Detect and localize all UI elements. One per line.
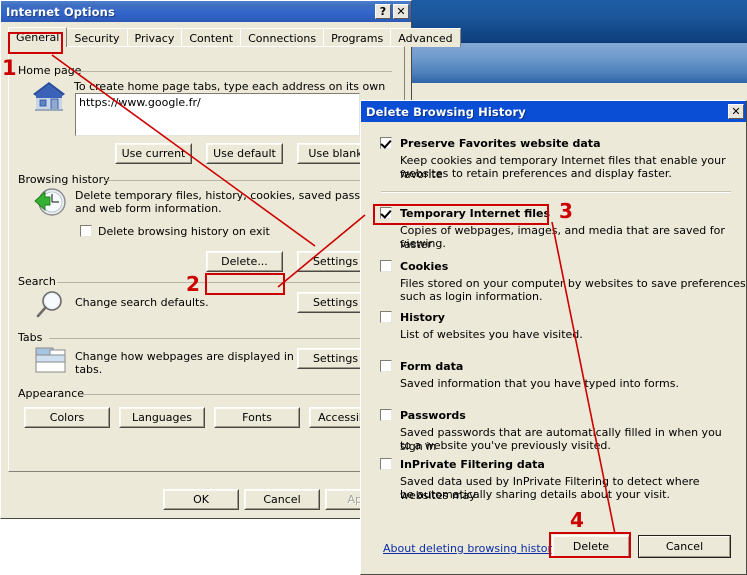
- background-window-content: [404, 83, 747, 100]
- preserve-favorites-checkbox[interactable]: [380, 137, 392, 149]
- tab-privacy[interactable]: Privacy: [126, 28, 183, 47]
- tab-general[interactable]: General: [8, 27, 68, 47]
- use-blank-label: Use blank: [308, 147, 363, 160]
- tab-advanced[interactable]: Advanced: [390, 28, 461, 47]
- languages-button[interactable]: Languages: [119, 407, 205, 428]
- help-icon[interactable]: ?: [375, 4, 391, 19]
- browsing-history-desc-1: Delete temporary files, history, cookies…: [75, 189, 397, 202]
- close-icon[interactable]: ✕: [728, 104, 744, 119]
- delete-history-label: Delete...: [221, 255, 268, 268]
- temporary-internet-files-desc-2: viewing.: [400, 237, 446, 250]
- delete-on-exit-checkbox[interactable]: [80, 225, 92, 237]
- browsing-history-group-label: Browsing history: [18, 173, 114, 186]
- delete-browsing-history-dialog: Delete Browsing History ✕ Preserve Favor…: [360, 100, 747, 575]
- tab-security[interactable]: Security: [66, 28, 128, 47]
- search-group-label: Search: [18, 275, 60, 288]
- history-label: History: [400, 311, 445, 324]
- internet-options-title: Internet Options: [6, 4, 115, 19]
- tab-programs[interactable]: Programs: [323, 28, 392, 47]
- tab-privacy-label: Privacy: [134, 31, 175, 45]
- screenshot-root: Internet Options ? ✕ General Security Pr…: [0, 0, 747, 575]
- about-deleting-browsing-history-link[interactable]: About deleting browsing history: [383, 542, 558, 555]
- use-current-button[interactable]: Use current: [115, 143, 192, 164]
- cookies-desc-1: Files stored on your computer by website…: [400, 277, 746, 290]
- delete-confirm-button[interactable]: Delete: [552, 535, 630, 558]
- delete-confirm-label: Delete: [572, 540, 610, 553]
- browsing-history-settings-label: Settings: [312, 255, 359, 268]
- tab-connections[interactable]: Connections: [240, 28, 325, 47]
- cookies-checkbox[interactable]: [380, 260, 392, 272]
- search-desc: Change search defaults.: [75, 296, 209, 309]
- tab-content-label: Content: [189, 31, 234, 45]
- internet-options-tabstrip: General Security Privacy Content Connect…: [8, 27, 461, 47]
- appearance-group-label: Appearance: [18, 387, 89, 400]
- tabs-rule: [49, 338, 392, 339]
- home-icon: [33, 82, 65, 111]
- passwords-label: Passwords: [400, 409, 466, 422]
- ok-button[interactable]: OK: [163, 489, 239, 510]
- use-default-button[interactable]: Use default: [206, 143, 283, 164]
- tabs-desc-1: Change how webpages are displayed in: [75, 350, 294, 363]
- colors-label: Colors: [49, 411, 85, 424]
- ok-label: OK: [193, 493, 209, 506]
- fonts-button[interactable]: Fonts: [214, 407, 300, 428]
- colors-button[interactable]: Colors: [24, 407, 110, 428]
- general-tab-page: Home page To create home page tabs, type…: [8, 46, 405, 472]
- tabs-settings-label: Settings: [312, 352, 359, 365]
- temporary-internet-files-label: Temporary Internet files: [400, 207, 551, 220]
- dbh-cancel-label: Cancel: [665, 540, 704, 553]
- browsing-history-rule: [105, 180, 392, 181]
- cookies-label: Cookies: [400, 260, 449, 273]
- form-data-desc-1: Saved information that you have typed in…: [400, 377, 679, 390]
- inprivate-filtering-desc-2: be automatically sharing details about y…: [400, 488, 670, 501]
- search-rule: [57, 282, 392, 283]
- fonts-label: Fonts: [242, 411, 272, 424]
- delete-browsing-history-title: Delete Browsing History: [366, 104, 526, 119]
- internet-options-dialog: Internet Options ? ✕ General Security Pr…: [0, 0, 461, 519]
- tab-security-label: Security: [74, 31, 120, 45]
- use-current-label: Use current: [121, 147, 186, 160]
- form-data-label: Form data: [400, 360, 464, 373]
- background-browser-window: [404, 0, 747, 100]
- tab-advanced-label: Advanced: [398, 31, 453, 45]
- close-icon[interactable]: ✕: [393, 4, 409, 19]
- tab-content[interactable]: Content: [181, 28, 242, 47]
- cancel-button[interactable]: Cancel: [244, 489, 320, 510]
- history-desc-1: List of websites you have visited.: [400, 328, 583, 341]
- tab-general-label: General: [16, 31, 60, 44]
- history-clock-icon: [34, 188, 66, 216]
- dbh-cancel-button[interactable]: Cancel: [638, 535, 731, 558]
- tabs-icon: [35, 347, 66, 373]
- internet-options-titlebar[interactable]: Internet Options ? ✕: [1, 1, 411, 22]
- home-page-rule: [75, 71, 392, 72]
- tab-connections-label: Connections: [248, 31, 317, 45]
- cancel-label: Cancel: [263, 493, 301, 506]
- passwords-desc-2: to a website you've previously visited.: [400, 439, 611, 452]
- languages-label: Languages: [131, 411, 193, 424]
- form-data-checkbox[interactable]: [380, 360, 392, 372]
- section-divider-highlight: [381, 192, 731, 193]
- history-checkbox[interactable]: [380, 311, 392, 323]
- passwords-checkbox[interactable]: [380, 409, 392, 421]
- tab-programs-label: Programs: [331, 31, 384, 45]
- preserve-favorites-desc-2: websites to retain preferences and displ…: [400, 167, 672, 180]
- browsing-history-desc-2: and web form information.: [75, 202, 222, 215]
- tabs-desc-2: tabs.: [75, 363, 103, 376]
- delete-on-exit-label: Delete browsing history on exit: [98, 225, 270, 238]
- search-settings-label: Settings: [312, 296, 359, 309]
- inprivate-filtering-label: InPrivate Filtering data: [400, 458, 545, 471]
- tabs-group-label: Tabs: [18, 331, 47, 344]
- background-window-toolbar: [404, 43, 747, 83]
- temporary-internet-files-desc-1: Copies of webpages, images, and media th…: [400, 224, 725, 251]
- delete-browsing-history-titlebar[interactable]: Delete Browsing History ✕: [361, 101, 746, 122]
- search-magnifier-icon: [36, 291, 62, 318]
- use-default-label: Use default: [213, 147, 276, 160]
- inprivate-filtering-checkbox[interactable]: [380, 458, 392, 470]
- delete-history-button[interactable]: Delete...: [206, 251, 283, 272]
- cookies-desc-2: such as login information.: [400, 290, 543, 303]
- appearance-rule: [81, 394, 392, 395]
- home-page-input[interactable]: https://www.google.fr/: [75, 93, 360, 136]
- temporary-internet-files-checkbox[interactable]: [380, 207, 392, 219]
- preserve-favorites-label: Preserve Favorites website data: [400, 137, 601, 150]
